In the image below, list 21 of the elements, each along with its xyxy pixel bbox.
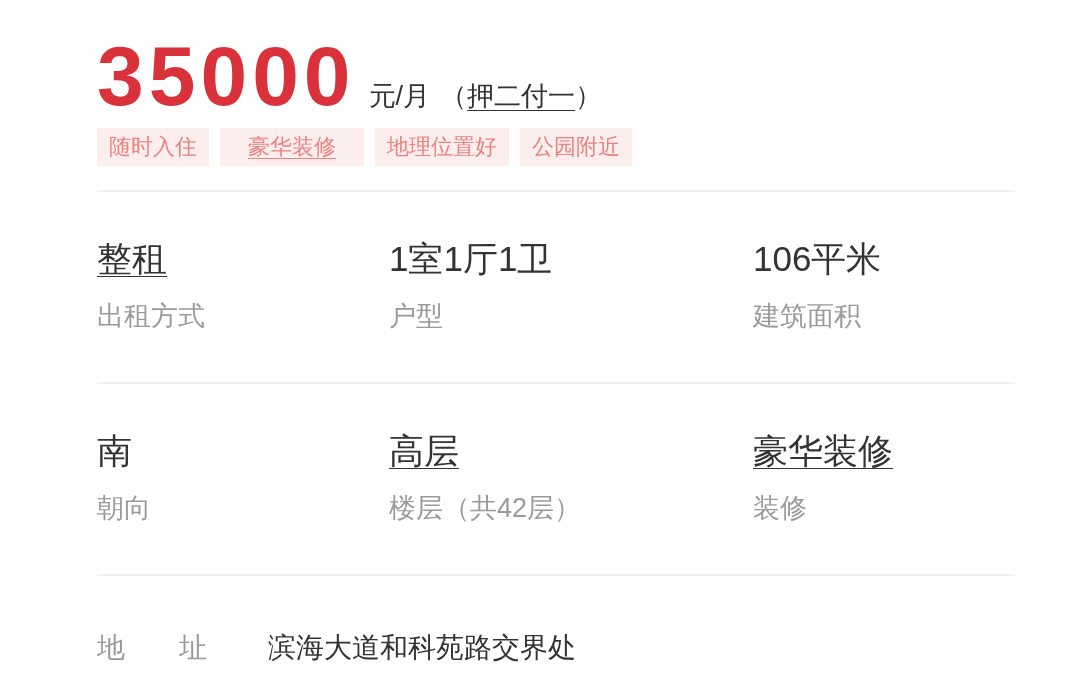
- payment-link[interactable]: 押二付一: [467, 81, 576, 111]
- spec-label: 装修: [753, 493, 807, 523]
- spec-label: 户型: [389, 301, 443, 331]
- address-label: 地 址: [97, 632, 207, 663]
- spec-value-link[interactable]: 豪华装修: [753, 431, 893, 470]
- payment-terms: （押二付一）: [440, 83, 603, 110]
- spec-label: 建筑面积: [753, 301, 861, 331]
- spec-label: 楼层（共42层）: [389, 493, 582, 523]
- spec-value-link[interactable]: 高层: [389, 431, 459, 470]
- spec-value-link[interactable]: 整租: [97, 239, 167, 278]
- spec-value: 南: [97, 431, 132, 470]
- tag: 随时入住: [97, 128, 209, 166]
- price-unit: 元/月: [368, 83, 431, 110]
- spec-label: 朝向: [97, 493, 151, 523]
- spec-value: 1室1厅1卫: [389, 239, 553, 278]
- tag: 地理位置好: [375, 128, 509, 166]
- spec-label: 出租方式: [97, 301, 205, 331]
- address-value: 滨海大道和科苑路交界处: [268, 631, 576, 665]
- spec-value: 106平米: [753, 239, 882, 278]
- tag: 公园附近: [520, 128, 632, 166]
- price-amount: 35000: [97, 34, 356, 118]
